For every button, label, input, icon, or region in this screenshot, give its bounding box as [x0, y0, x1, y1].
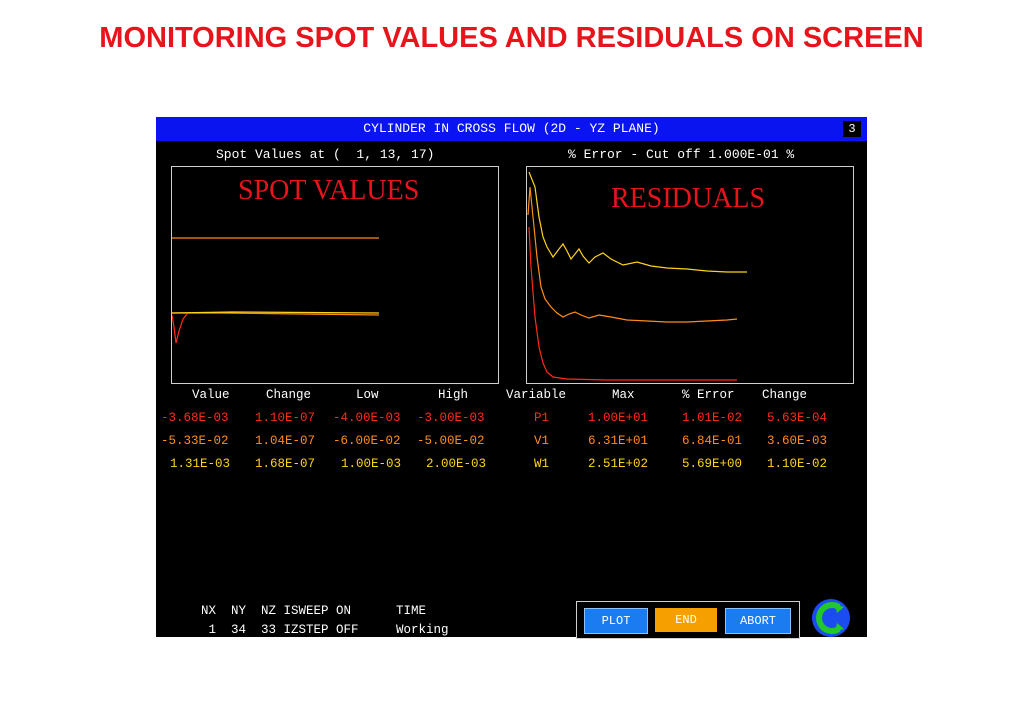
spot-values-plot: SPOT VALUES [171, 166, 499, 384]
spot-row-3-high: 2.00E-03 [426, 457, 487, 471]
spot-row-2-value: -5.33E-02 [161, 434, 229, 448]
res-row-3-max: 2.51E+02 [588, 457, 649, 471]
res-row-3-change: 1.10E-02 [767, 457, 828, 471]
window-number-badge[interactable]: 3 [843, 121, 861, 137]
res-row-2-max: 6.31E+01 [588, 434, 649, 448]
end-button[interactable]: END [655, 608, 717, 632]
phoenics-logo-icon[interactable] [811, 598, 851, 638]
spot-values-header: Spot Values at ( 1, 13, 17) [216, 147, 435, 162]
res-row-2-error: 6.84E-01 [682, 434, 743, 448]
col-high: High [438, 388, 469, 402]
col-variable: Variable [506, 388, 567, 402]
col-change-res: Change [762, 388, 808, 402]
residuals-plot: RESIDUALS [526, 166, 854, 384]
spot-row-2-low: -6.00E-02 [333, 434, 401, 448]
plot-button[interactable]: PLOT [584, 608, 648, 634]
col-error: % Error [682, 388, 735, 402]
spot-values-label: SPOT VALUES [238, 175, 420, 206]
res-row-1-max: 1.00E+01 [588, 411, 649, 425]
window-title: CYLINDER IN CROSS FLOW (2D - YZ PLANE) [363, 121, 660, 136]
col-value: Value [192, 388, 230, 402]
spot-row-1-change: 1.10E-07 [255, 411, 316, 425]
window-titlebar: CYLINDER IN CROSS FLOW (2D - YZ PLANE) 3 [156, 117, 867, 141]
res-row-3-variable: W1 [534, 457, 550, 471]
residuals-table: Variable Max % Error Change P1 1.00E+01 … [506, 387, 867, 477]
res-row-2-variable: V1 [534, 434, 550, 448]
res-row-1-error: 1.01E-02 [682, 411, 743, 425]
res-row-3-error: 5.69E+00 [682, 457, 743, 471]
residuals-header: % Error - Cut off 1.000E-01 % [568, 147, 795, 162]
res-row-2-change: 3.60E-03 [767, 434, 828, 448]
abort-button[interactable]: ABORT [725, 608, 791, 634]
residual-trace-p1 [528, 226, 737, 381]
residuals-label: RESIDUALS [611, 183, 766, 214]
spot-row-3-low: 1.00E-03 [341, 457, 402, 471]
spot-row-2-change: 1.04E-07 [255, 434, 316, 448]
spot-values-table: Value Change Low High -3.68E-03 1.10E-07… [156, 387, 506, 477]
spot-row-1-value: -3.68E-03 [161, 411, 229, 425]
status-values: 1 34 33 IZSTEP OFF Working [201, 623, 449, 637]
slide-title: MONITORING SPOT VALUES AND RESIDUALS ON … [99, 22, 924, 54]
solver-monitor-screen: CYLINDER IN CROSS FLOW (2D - YZ PLANE) 3… [156, 117, 867, 639]
spot-row-1-high: -3.00E-03 [417, 411, 485, 425]
control-button-panel: PLOT END ABORT [576, 601, 800, 639]
spot-row-2-high: -5.00E-02 [417, 434, 485, 448]
spot-trace-transient [171, 313, 188, 344]
spot-trace-w1 [171, 311, 380, 314]
col-low: Low [356, 388, 379, 402]
spot-row-3-value: 1.31E-03 [170, 457, 231, 471]
spot-row-1-low: -4.00E-03 [333, 411, 401, 425]
col-max: Max [612, 388, 635, 402]
res-row-1-change: 5.63E-04 [767, 411, 828, 425]
status-header: NX NY NZ ISWEEP ON TIME [201, 604, 427, 618]
col-change: Change [266, 388, 312, 402]
spot-row-3-change: 1.68E-07 [255, 457, 316, 471]
res-row-1-variable: P1 [534, 411, 550, 425]
